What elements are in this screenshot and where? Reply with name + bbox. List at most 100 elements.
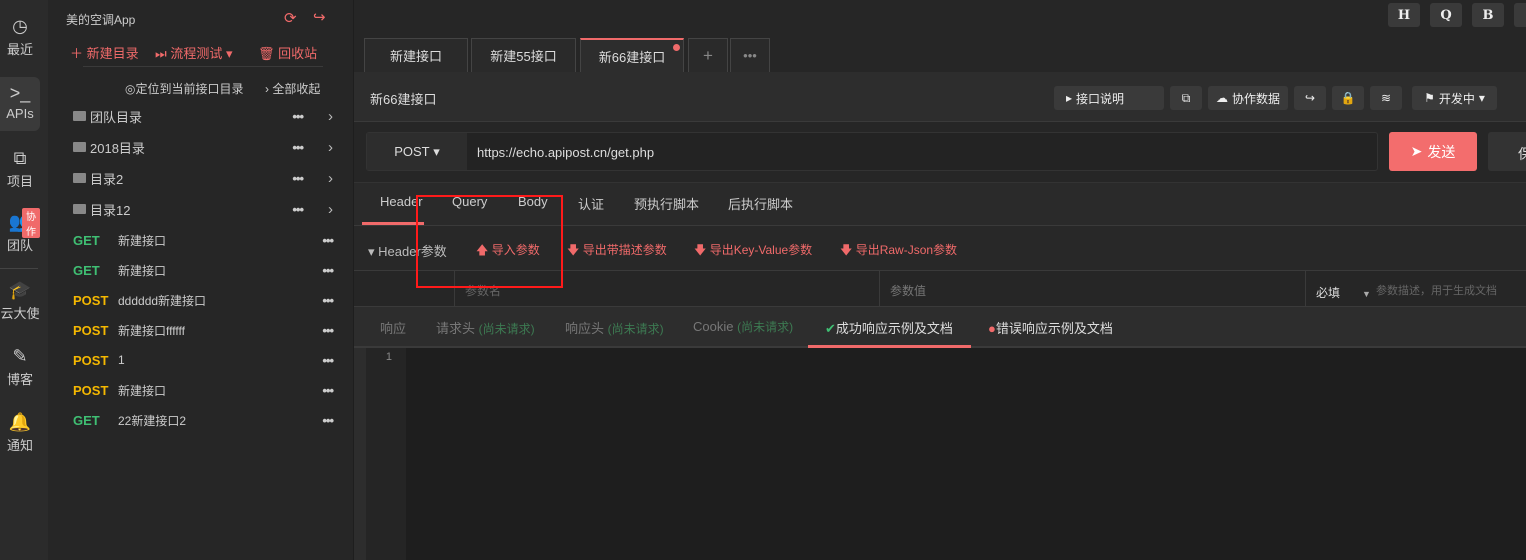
recycle-button[interactable]: 🗑 回收站: [258, 43, 317, 62]
tab-post-script[interactable]: 后执行脚本: [728, 194, 793, 213]
copy-button[interactable]: ⧉: [1170, 86, 1202, 110]
status-dropdown[interactable]: ⚑ 开发中 ▾: [1412, 86, 1497, 110]
tab-auth[interactable]: 认证: [578, 194, 604, 213]
api-item[interactable]: GET 新建接口 •••: [73, 225, 334, 255]
tab-response[interactable]: 响应: [380, 318, 406, 337]
param-desc-input[interactable]: 参数描述，用于生成文档: [1376, 282, 1497, 298]
more-icon[interactable]: •••: [322, 383, 334, 398]
chevron-right-icon[interactable]: ›: [328, 170, 333, 187]
tab-api-3-active[interactable]: 新66建接口: [580, 38, 684, 72]
cell-divider: [1305, 271, 1306, 306]
database-icon: ≋: [1380, 91, 1392, 105]
folder-item[interactable]: 团队目录 ••• ›: [73, 101, 333, 131]
tab-response-headers[interactable]: 响应头 (尚未请求): [565, 318, 664, 337]
tab-api-2[interactable]: 新建55接口: [471, 38, 576, 72]
api-item[interactable]: POST dddddd新建接口 •••: [73, 285, 334, 315]
more-icon[interactable]: •••: [322, 233, 334, 248]
export-desc-button[interactable]: 🡇 导出带描述参数: [567, 241, 667, 262]
collab-badge: 协作: [22, 208, 40, 238]
required-select[interactable]: 必填 ▼: [1316, 284, 1371, 301]
refresh-icon[interactable]: ⟳: [284, 9, 297, 27]
database-button[interactable]: ≋: [1370, 86, 1402, 110]
api-doc-button[interactable]: ▸ 接口说明: [1054, 86, 1164, 110]
api-item[interactable]: GET 新建接口 •••: [73, 255, 334, 285]
collapse-all-button[interactable]: › 全部收起: [265, 80, 320, 97]
url-input[interactable]: https://echo.apipost.cn/get.php: [477, 145, 654, 160]
collab-data-button[interactable]: ☁ 协作数据: [1208, 86, 1288, 110]
rail-ambassador[interactable]: 🎓 云大使: [0, 280, 40, 322]
fast-forward-icon: ⏭: [155, 46, 167, 61]
arrow-down-icon: 🡇: [567, 243, 580, 257]
folder-item[interactable]: 目录12 ••• ›: [73, 194, 333, 224]
tab-api-1[interactable]: 新建接口: [364, 38, 468, 72]
param-value-input[interactable]: 参数值: [890, 282, 926, 299]
sidebar: 美的空调App ⟳ ↪ ＋ 新建目录 ⏭ 流程测试 ▾ 🗑 回收站 ◎定位到当前…: [48, 0, 354, 560]
api-item[interactable]: POST 新建接口ffffff •••: [73, 315, 334, 345]
icon-rail: ◷ 最近 >_ APIs ⧉ 项目 👥 团队 协作 🎓 云大使 ✎ 博客 🔔 通知: [0, 0, 48, 560]
folder-icon: [73, 142, 86, 152]
more-icon[interactable]: •••: [322, 323, 334, 338]
folder-item[interactable]: 2018目录 ••• ›: [73, 132, 333, 162]
paper-plane-icon: ➤: [1410, 143, 1423, 159]
url-bar: POST ▾ https://echo.apipost.cn/get.php: [366, 132, 1378, 171]
more-button[interactable]: [1514, 3, 1526, 27]
send-button[interactable]: ➤ 发送: [1389, 132, 1477, 171]
bell-icon: 🔔: [8, 412, 32, 432]
folder-icon: [73, 204, 86, 214]
export-json-button[interactable]: 🡇 导出Raw-Json参数: [840, 241, 957, 262]
api-item[interactable]: POST 1 •••: [73, 345, 334, 375]
folder-icon: [73, 173, 86, 183]
tab-request-headers[interactable]: 请求头 (尚未请求): [436, 318, 535, 337]
tab-more-button[interactable]: •••: [730, 38, 770, 72]
divider: [83, 66, 323, 67]
api-title: 新66建接口: [370, 92, 437, 107]
h-button[interactable]: H: [1388, 3, 1420, 27]
folder-item[interactable]: 目录2 ••• ›: [73, 163, 333, 193]
flag-icon: ⚑: [1424, 91, 1435, 105]
more-icon[interactable]: •••: [322, 353, 334, 368]
tab-cookie[interactable]: Cookie (尚未请求): [693, 318, 793, 335]
tab-success-example[interactable]: ✔成功响应示例及文档: [825, 318, 953, 337]
code-editor[interactable]: 1: [366, 348, 1526, 560]
lock-button[interactable]: 🔒: [1332, 86, 1364, 110]
add-tab-button[interactable]: +: [688, 38, 728, 72]
api-item[interactable]: GET 22新建接口2 •••: [73, 405, 334, 435]
save-button[interactable]: 保: [1488, 132, 1526, 171]
rail-blog[interactable]: ✎ 博客: [0, 346, 40, 388]
more-icon[interactable]: •••: [322, 293, 334, 308]
export-kv-button[interactable]: 🡇 导出Key-Value参数: [694, 241, 812, 262]
projects-icon: ⧉: [13, 148, 27, 168]
method-select[interactable]: POST ▾: [367, 133, 467, 170]
more-icon[interactable]: •••: [292, 140, 304, 155]
tab-pre-script[interactable]: 预执行脚本: [634, 194, 699, 213]
more-icon[interactable]: •••: [292, 202, 304, 217]
share-icon[interactable]: ↪: [313, 8, 326, 26]
rail-team[interactable]: 👥 团队 协作: [0, 208, 40, 254]
editor-margin: [354, 348, 366, 560]
rail-recent[interactable]: ◷ 最近: [0, 16, 40, 58]
chevron-right-icon[interactable]: ›: [328, 108, 333, 125]
chevron-right-icon[interactable]: ›: [328, 201, 333, 218]
share-button[interactable]: ↪: [1294, 86, 1326, 110]
highlight-box: [416, 195, 563, 288]
more-icon[interactable]: •••: [322, 263, 334, 278]
rail-apis[interactable]: >_ APIs: [0, 77, 40, 131]
more-icon[interactable]: •••: [292, 109, 304, 124]
folder-icon: [73, 111, 86, 121]
q-button[interactable]: Q: [1430, 3, 1462, 27]
unsaved-dot: [673, 44, 680, 51]
b-button[interactable]: B: [1472, 3, 1504, 27]
new-folder-button[interactable]: ＋ 新建目录: [70, 43, 139, 62]
flow-test-button[interactable]: ⏭ 流程测试 ▾: [155, 43, 232, 62]
more-icon[interactable]: •••: [322, 413, 334, 428]
api-item[interactable]: POST 新建接口 •••: [73, 375, 334, 405]
locate-button[interactable]: ◎定位到当前接口目录: [125, 80, 244, 97]
more-icon[interactable]: •••: [292, 171, 304, 186]
error-circle-icon: ●: [988, 321, 996, 336]
tab-error-example[interactable]: ●错误响应示例及文档: [988, 318, 1113, 337]
rail-notify[interactable]: 🔔 通知: [0, 412, 40, 454]
rail-projects[interactable]: ⧉ 项目: [0, 148, 40, 190]
caret-right-icon: ▸: [1066, 91, 1073, 105]
share-icon: ↪: [1304, 91, 1316, 105]
chevron-right-icon[interactable]: ›: [328, 139, 333, 156]
